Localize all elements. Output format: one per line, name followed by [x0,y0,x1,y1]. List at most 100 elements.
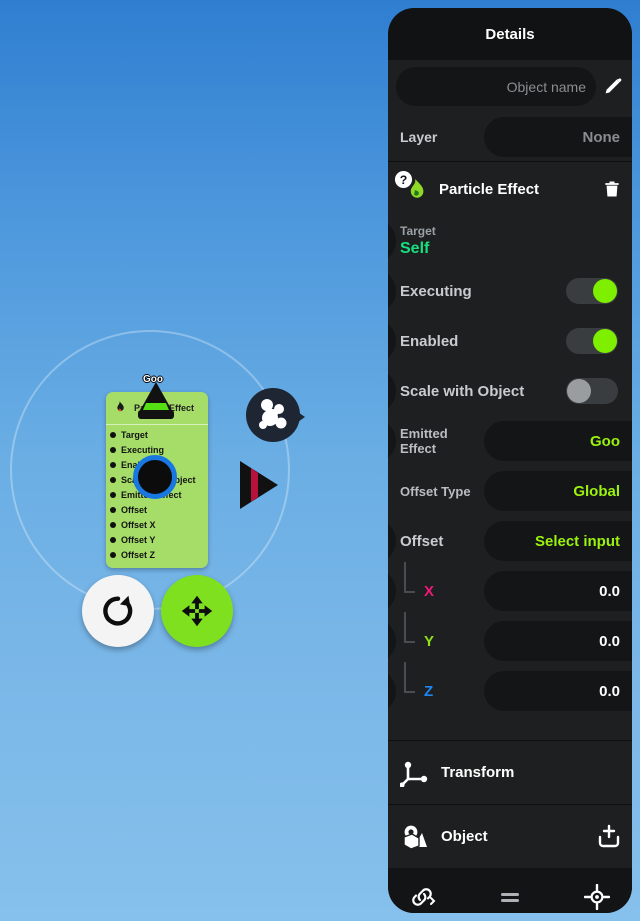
port-dot-icon[interactable] [110,506,116,513]
property-label-offset-type: Offset Type [400,483,471,499]
value-text: Global [573,482,620,500]
property-control: 0.0 [484,571,632,611]
play-button-offset[interactable] [388,519,396,563]
value-field-emitted-effect[interactable]: Goo [484,421,632,461]
property-row-offset-y: Y 0.0 [388,612,632,666]
tree-horizontal-line [404,591,415,593]
node-selection-indicator[interactable] [133,455,177,499]
property-control [566,278,632,304]
component-icon-group: ? [394,170,430,206]
port-dot-icon[interactable] [110,551,116,558]
divider [388,740,632,741]
tree-connector [388,612,422,666]
panel-footer [388,868,632,913]
port-dot-icon[interactable] [110,461,116,468]
property-value-target: Self [400,240,430,257]
port-dot-icon[interactable] [110,491,116,498]
move-arrows-icon [181,595,213,627]
port-dot-icon[interactable] [110,536,116,543]
value-field-offset-y[interactable]: 0.0 [484,621,632,661]
property-row-offset-x: X 0.0 [388,562,632,616]
property-row-offset: Offset Select input [388,516,632,566]
goo-splat-badge[interactable] [246,388,305,442]
layer-row: Layer None [388,113,632,161]
value-field-offset-type[interactable]: Global [484,471,632,511]
play-button-emitted-effect[interactable] [388,419,396,463]
rotate-cw-icon [103,595,133,626]
play-cursor-icon [240,461,278,509]
transform-axes-icon [400,761,428,787]
toggle-enabled[interactable] [566,328,618,354]
port-dot-icon[interactable] [110,446,116,453]
section-object[interactable]: Object [388,805,632,868]
target-value-group[interactable]: Target Self [400,220,436,262]
svg-text:?: ? [400,173,408,187]
port-dot-icon[interactable] [110,521,116,528]
move-button[interactable] [161,575,233,647]
crosshair-target-icon[interactable] [584,884,610,910]
goo-emitter-marker[interactable]: Goo [130,374,182,422]
property-control: 0.0 [484,671,632,711]
tree-connector [388,562,422,616]
node-port[interactable]: Offset X [110,517,208,532]
pencil-icon[interactable] [602,76,624,98]
value-text: Select input [534,532,620,550]
value-text: Goo [590,432,620,450]
property-control: Select input [484,521,632,561]
node-port[interactable]: Offset Y [110,532,208,547]
property-label-target: Target [400,224,436,238]
tree-horizontal-line [404,641,415,643]
play-button-target[interactable] [388,219,396,263]
node-port[interactable]: Offset [110,502,208,517]
toggle-knob [567,379,591,403]
divider [388,161,632,162]
link-chain-icon[interactable] [410,884,436,910]
question-mark-icon[interactable]: ? [394,170,413,189]
value-field-offset-z[interactable]: 0.0 [484,671,632,711]
property-row-enabled: Enabled [388,316,632,366]
toggle-executing[interactable] [566,278,618,304]
toggle-scale-with-object[interactable] [566,378,618,404]
value-field-offset[interactable]: Select input [484,521,632,561]
property-row-scale-with-object: Scale with Object [388,366,632,416]
layer-value-field[interactable]: None [484,117,632,157]
value-field-offset-x[interactable]: 0.0 [484,571,632,611]
play-button-enabled[interactable] [388,319,396,363]
section-transform[interactable]: Transform [388,741,632,804]
port-dot-icon[interactable] [110,431,116,438]
tree-horizontal-line [404,691,415,693]
property-control: Global [484,471,632,511]
play-button-executing[interactable] [388,269,396,313]
property-label-enabled: Enabled [400,332,459,350]
goo-splat-icon [259,399,287,429]
equals-menu-icon[interactable] [493,884,527,910]
property-control [566,378,632,404]
property-row-offset-z: Z 0.0 [388,662,632,716]
property-row-target: Target Self [388,216,632,266]
add-to-tray-icon[interactable] [596,824,622,850]
trash-icon[interactable] [602,178,622,200]
tree-vertical-line [404,562,406,591]
object-name-input[interactable]: Object name [396,67,596,106]
port-dot-icon[interactable] [110,476,116,483]
property-control [566,328,632,354]
property-control: Goo [484,421,632,461]
flame-icon [117,401,124,412]
rotate-button[interactable] [82,575,154,647]
axis-label-y: Y [424,632,435,650]
node-port[interactable]: Offset Z [110,547,208,562]
layer-value: None [582,128,621,146]
property-label-emitted-effect: Emitted Effect [400,426,448,456]
property-row-emitted-effect: Emitted Effect Goo [388,416,632,466]
tree-vertical-line [404,662,406,691]
panel-body: Object name Layer None ? Particle Effect… [388,60,632,868]
value-text: 0.0 [599,682,620,700]
axis-label-x: X [424,582,435,600]
section-label-object: Object [441,828,488,845]
axis-label-z: Z [424,682,434,700]
value-text: 0.0 [599,582,620,600]
node-port[interactable]: Target [110,427,208,442]
tree-vertical-line [404,612,406,641]
property-label-executing: Executing [400,282,472,300]
play-button-scale-with-object[interactable] [388,369,396,413]
